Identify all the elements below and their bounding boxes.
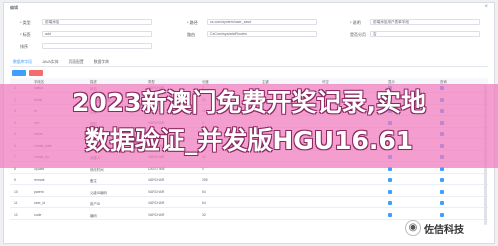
dialog-title: 编辑 (10, 5, 18, 10)
wechat-icon: ◉ (405, 220, 421, 236)
row-checkbox[interactable] (388, 189, 392, 194)
table-row[interactable]: 11 user_id 用户ID VARCHAR 64 (10, 200, 488, 208)
row-checkbox[interactable] (388, 212, 392, 217)
row-checkbox[interactable] (440, 189, 444, 194)
table-cell: 12 (14, 212, 18, 217)
route-label: 路由 (187, 32, 195, 37)
path-field[interactable]: cs.com/system/user_save (207, 19, 317, 25)
table-cell: 10 (14, 189, 18, 194)
table-cell[interactable]: VARCHAR (148, 213, 164, 217)
overlay-headline-line2: 数据验证_并发版HGU16.61 (84, 126, 414, 155)
table-cell[interactable]: remark (34, 178, 45, 182)
close-icon[interactable]: × (484, 4, 488, 10)
type-field[interactable]: 前端添加 (42, 19, 152, 25)
tab-divider (10, 66, 488, 67)
row-checkbox[interactable] (440, 212, 444, 217)
table-cell[interactable]: 255 (202, 178, 208, 182)
row-checkbox[interactable] (440, 178, 444, 182)
type-label: * 类型 (20, 20, 31, 25)
tab-java-entity[interactable]: JAVA实体 (39, 58, 62, 66)
row-checkbox[interactable] (440, 201, 444, 205)
table-cell[interactable]: 64 (202, 201, 206, 205)
sort-field[interactable] (42, 43, 152, 49)
tab-dictionary[interactable]: 数据字典 (91, 58, 112, 66)
table-cell[interactable]: 父级ID编码 (90, 190, 107, 195)
table-cell[interactable]: 64 (202, 190, 206, 194)
brand-watermark: ◉ 佐佶科技 (405, 218, 464, 238)
paging-label: 是否分页 (350, 32, 366, 37)
table-cell: 11 (14, 201, 18, 205)
table-row[interactable]: 9 remark 备注 VARCHAR 255 (10, 177, 488, 185)
tab-page-config[interactable]: 页面配置 (66, 58, 87, 66)
table-cell[interactable]: user_id (34, 201, 45, 205)
brand-name: 佐佶科技 (424, 224, 464, 236)
paging-select[interactable]: 否 (370, 31, 480, 37)
table-cell[interactable]: VARCHAR (148, 178, 164, 182)
route-field[interactable]: CsCom/sys/addRoutes (207, 31, 317, 37)
description-label: * 说明 (350, 20, 361, 25)
add-row-button[interactable] (12, 70, 26, 76)
row-checkbox[interactable] (388, 201, 392, 205)
delete-row-button[interactable] (29, 70, 43, 76)
table-cell[interactable]: 备注 (90, 178, 97, 183)
tag-field[interactable]: add (42, 31, 152, 37)
table-cell[interactable]: VARCHAR (148, 201, 164, 205)
sort-label: 排序 (20, 44, 28, 49)
table-cell: 9 (14, 178, 16, 182)
overlay-headline-line1: 2023新澳门免费开奖记录,实地 (71, 88, 427, 117)
table-cell[interactable]: 编码 (90, 213, 97, 218)
tab-bar: 数据库字段 JAVA实体 页面配置 数据字典 (10, 58, 112, 67)
table-cell[interactable]: 用户ID (90, 201, 100, 206)
table-row[interactable]: 10 parent 父级ID编码 VARCHAR 64 (10, 189, 488, 197)
dialog-titlebar: 编辑 × (4, 3, 494, 13)
table-cell[interactable]: 32 (202, 213, 206, 217)
path-label: * 路径 (187, 20, 198, 25)
row-checkbox[interactable] (388, 178, 392, 182)
table-cell[interactable]: code (34, 213, 41, 217)
tag-label: * 标签 (20, 32, 31, 37)
promo-overlay: 2023新澳门免费开奖记录,实地 数据验证_并发版HGU16.61 (0, 84, 498, 168)
table-cell[interactable]: parent (34, 190, 44, 194)
description-field[interactable]: 前端添加用户表单字段 (370, 19, 480, 25)
table-cell[interactable]: VARCHAR (148, 190, 164, 194)
